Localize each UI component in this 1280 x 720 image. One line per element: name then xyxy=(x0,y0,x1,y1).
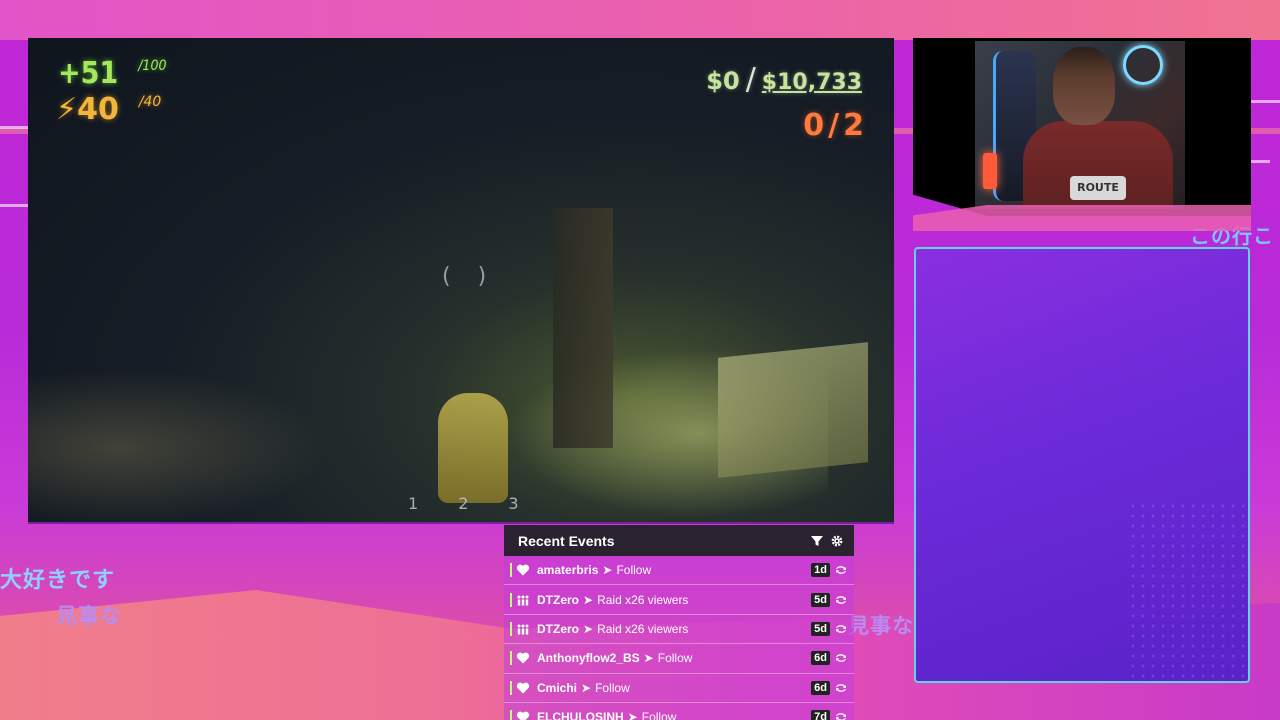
slot-1: 1 xyxy=(408,494,419,513)
replay-icon[interactable] xyxy=(834,622,848,636)
event-detail: Raid x26 viewers xyxy=(597,621,689,636)
event-user: ELCHULOSINH xyxy=(537,710,624,720)
event-detail: Follow xyxy=(657,651,693,666)
game-scene-box xyxy=(718,342,868,478)
webcam-feed: ROUTE xyxy=(975,41,1185,209)
event-accent-bar xyxy=(510,621,512,636)
event-age: 6d xyxy=(811,651,830,666)
event-detail: Follow xyxy=(595,680,630,695)
event-accent-bar xyxy=(510,592,512,607)
event-accent-bar xyxy=(510,651,512,666)
background-top-band xyxy=(0,0,1280,40)
replay-icon[interactable] xyxy=(834,681,848,695)
filter-icon[interactable] xyxy=(810,534,824,548)
event-row[interactable]: ELCHULOSINH ➤ Follow 7d xyxy=(504,702,854,720)
chat-panel xyxy=(914,247,1250,683)
event-text: ELCHULOSINH ➤ Follow xyxy=(537,710,811,720)
health-max: /100 xyxy=(138,58,167,74)
glitch-line xyxy=(1250,160,1270,163)
heart-icon xyxy=(516,652,530,664)
event-user: Cmichi xyxy=(537,680,578,695)
raid-icon xyxy=(517,624,529,635)
japanese-text: 見事な xyxy=(848,614,914,638)
event-text: DTZero ➤ Raid x26 viewers xyxy=(537,592,689,607)
game-scene-light xyxy=(28,368,328,522)
event-age: 7d xyxy=(811,710,830,720)
event-detail: Raid x26 viewers xyxy=(597,592,689,607)
event-row[interactable]: amaterbris ➤ Follow 1d xyxy=(504,556,854,586)
money-current: $0 xyxy=(706,67,740,95)
heart-icon xyxy=(516,711,530,720)
slot-3: 3 xyxy=(508,494,519,513)
event-user: DTZero xyxy=(537,592,579,607)
event-text: DTZero ➤ Raid x26 viewers xyxy=(537,621,689,636)
event-row[interactable]: DTZero ➤ Raid x26 viewers 5d xyxy=(504,614,854,645)
event-accent-bar xyxy=(510,680,512,695)
game-scene-door xyxy=(553,208,613,448)
game-scene-hand xyxy=(438,393,508,503)
event-age: 5d xyxy=(811,592,830,607)
event-row[interactable]: Cmichi ➤ Follow 6d xyxy=(504,673,854,703)
event-accent-bar xyxy=(510,710,512,720)
webcam-person-head xyxy=(1053,47,1115,125)
replay-icon[interactable] xyxy=(834,651,848,665)
event-user: Anthonyflow2_BS xyxy=(537,651,640,666)
game-capture: +51 /100 ⚡40 /40 $0/$10,733 0/2 ( ) 1 2 … xyxy=(28,38,894,524)
health-value: +51 xyxy=(58,56,119,91)
heart-icon xyxy=(516,564,530,576)
replay-icon[interactable] xyxy=(834,563,848,577)
event-text: Cmichi ➤ Follow xyxy=(537,680,630,695)
event-accent-bar xyxy=(510,563,512,578)
replay-icon[interactable] xyxy=(834,710,848,720)
inventory-slots: 1 2 3 xyxy=(408,494,519,513)
event-age: 6d xyxy=(811,680,830,695)
replay-icon[interactable] xyxy=(834,593,848,607)
slot-2: 2 xyxy=(458,494,469,513)
gear-icon[interactable] xyxy=(830,534,844,548)
event-detail: Follow xyxy=(641,710,677,720)
health-indicator: +51 /100 xyxy=(58,56,166,91)
webcam-ring-light xyxy=(1123,45,1163,85)
glitch-line xyxy=(0,204,30,207)
japanese-text: 大好きです xyxy=(0,568,116,593)
webcam-accent xyxy=(913,205,1251,231)
money-total: $10,733 xyxy=(761,70,862,95)
japanese-text: 見事な xyxy=(56,604,122,628)
crosshair: ( ) xyxy=(442,264,497,289)
energy-indicator: ⚡40 /40 xyxy=(56,92,161,127)
webcam-lamp xyxy=(983,153,997,189)
energy-value: ⚡40 xyxy=(56,92,119,127)
event-age: 5d xyxy=(811,621,830,636)
heart-icon xyxy=(516,682,530,694)
event-row[interactable]: Anthonyflow2_BS ➤ Follow 6d xyxy=(504,644,854,674)
money-indicator: $0/$10,733 xyxy=(706,62,862,97)
event-user: DTZero xyxy=(537,621,579,636)
event-age: 1d xyxy=(811,563,830,578)
recent-events-title: Recent Events xyxy=(518,532,615,549)
recent-events-widget: Recent Events amaterbris ➤ Follow 1d DTZer… xyxy=(504,525,854,720)
energy-max: /40 xyxy=(138,94,162,110)
event-row[interactable]: DTZero ➤ Raid x26 viewers 5d xyxy=(504,585,854,615)
event-text: amaterbris ➤ Follow xyxy=(537,563,652,578)
raid-icon xyxy=(517,595,529,606)
recent-events-tools xyxy=(810,534,844,548)
event-detail: Follow xyxy=(616,563,652,578)
objective-counter: 0/2 xyxy=(803,108,868,143)
event-text: Anthonyflow2_BS ➤ Follow xyxy=(537,651,693,666)
recent-events-header: Recent Events xyxy=(504,525,854,556)
event-user: amaterbris xyxy=(537,563,599,578)
webcam-shirt-logo: ROUTE xyxy=(1070,176,1126,200)
